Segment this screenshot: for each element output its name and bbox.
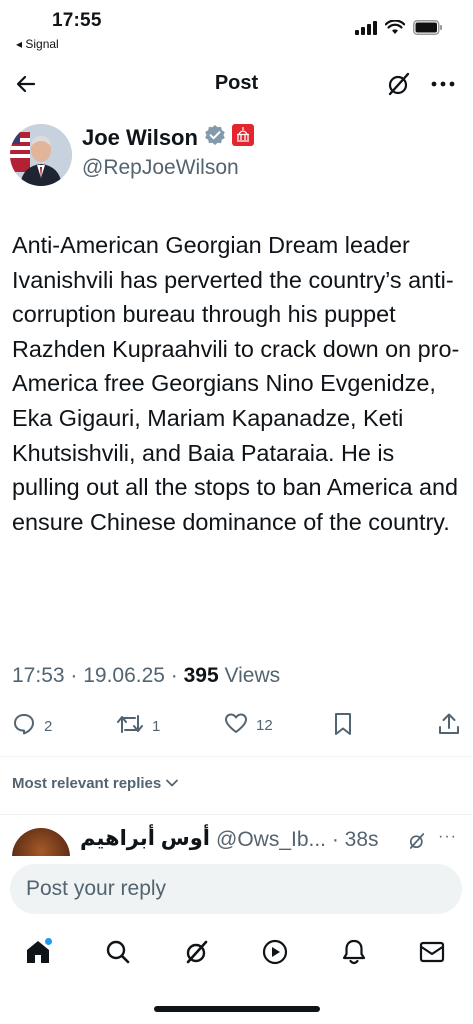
grok-icon bbox=[184, 939, 210, 970]
replies-sort-dropdown[interactable]: Most relevant replies bbox=[12, 775, 179, 792]
heart-icon bbox=[224, 712, 248, 738]
nav-messages[interactable] bbox=[416, 938, 448, 970]
reply-count: 2 bbox=[44, 717, 53, 735]
grok-icon[interactable] bbox=[408, 832, 426, 855]
home-icon bbox=[24, 937, 52, 971]
back-to-app-link[interactable]: ◂ Signal bbox=[16, 37, 59, 51]
search-icon bbox=[105, 939, 131, 970]
signal-icon bbox=[355, 20, 377, 40]
wifi-icon bbox=[384, 19, 406, 40]
post-author[interactable]: Joe Wilson @RepJoeWilson bbox=[10, 124, 460, 188]
status-time: 17:55 bbox=[52, 10, 102, 31]
nav-video[interactable] bbox=[259, 938, 291, 970]
bottom-nav bbox=[0, 932, 473, 976]
author-avatar[interactable] bbox=[10, 124, 72, 186]
bell-icon bbox=[341, 938, 367, 971]
replies-sort-label: Most relevant replies bbox=[12, 775, 162, 792]
share-icon bbox=[438, 712, 460, 740]
more-options-icon[interactable] bbox=[427, 68, 459, 100]
reply-preview[interactable]: أوس أبراهيم @Ows_Ib... · 38s ··· bbox=[0, 822, 473, 856]
divider bbox=[0, 814, 473, 815]
author-handle[interactable]: @RepJoeWilson bbox=[82, 156, 239, 180]
reply-composer[interactable] bbox=[10, 864, 462, 914]
nav-search[interactable] bbox=[102, 938, 134, 970]
nav-notifications[interactable] bbox=[338, 938, 370, 970]
reply-button[interactable]: 2 bbox=[12, 712, 52, 740]
like-count: 12 bbox=[256, 716, 273, 734]
home-indicator[interactable] bbox=[154, 1006, 320, 1012]
reply-author-name[interactable]: أوس أبراهيم bbox=[80, 826, 210, 851]
share-button[interactable] bbox=[438, 712, 460, 740]
post-actions: 2 1 12 bbox=[0, 712, 473, 746]
bookmark-button[interactable] bbox=[332, 712, 354, 740]
divider bbox=[0, 756, 473, 757]
battery-icon bbox=[413, 20, 443, 40]
mail-icon bbox=[419, 940, 445, 969]
reply-avatar[interactable] bbox=[12, 828, 70, 856]
repost-button[interactable]: 1 bbox=[116, 712, 160, 740]
reply-icon bbox=[12, 712, 36, 740]
repost-count: 1 bbox=[152, 717, 161, 735]
government-badge-icon bbox=[231, 124, 254, 151]
status-bar: 17:55 ◂ Signal bbox=[0, 0, 473, 56]
reply-more-icon[interactable]: ··· bbox=[438, 828, 457, 846]
reply-author-handle: @Ows_Ib... · 38s bbox=[216, 828, 379, 851]
reply-input[interactable] bbox=[10, 864, 462, 914]
repost-icon bbox=[116, 712, 144, 740]
author-name[interactable]: Joe Wilson bbox=[82, 125, 198, 151]
post-body-text: Anti-American Georgian Dream leader Ivan… bbox=[12, 232, 460, 535]
notification-dot bbox=[45, 937, 52, 945]
bookmark-icon bbox=[332, 712, 354, 740]
like-button[interactable]: 12 bbox=[224, 712, 273, 738]
post-meta: 17:53 · 19.06.25 · 395 Views bbox=[12, 664, 280, 688]
grok-icon[interactable] bbox=[383, 68, 415, 100]
post-header: Post bbox=[0, 60, 473, 108]
chevron-down-icon bbox=[165, 775, 179, 792]
views-label: Views bbox=[218, 664, 281, 687]
nav-grok[interactable] bbox=[181, 938, 213, 970]
verified-badge-icon bbox=[204, 124, 226, 151]
status-icons bbox=[355, 19, 443, 40]
nav-home[interactable] bbox=[22, 937, 54, 971]
play-circle-icon bbox=[261, 938, 289, 971]
post-timestamp: 17:53 · 19.06.25 · bbox=[12, 664, 184, 687]
views-count: 395 bbox=[183, 664, 219, 687]
